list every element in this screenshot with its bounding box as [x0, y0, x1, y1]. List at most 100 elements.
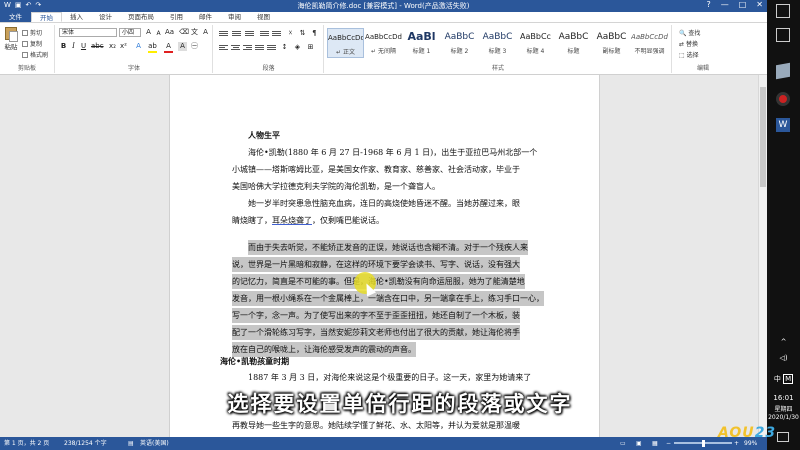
title-bar: W ▣ ↶ ↷ 海伦凯勒简介修.doc [兼容模式] - Word(产品激活失败… — [0, 0, 767, 12]
font-group-label: 字体 — [127, 65, 140, 72]
zoom-slider-knob[interactable] — [702, 440, 705, 447]
format-painter-button[interactable]: 格式刷 — [22, 50, 48, 59]
font-size-select[interactable]: 小四 — [119, 28, 141, 37]
style-title[interactable]: AaBbC 标题 — [555, 28, 592, 58]
style-heading-3[interactable]: AaBbC 标题 3 — [479, 28, 516, 58]
align-center-icon[interactable] — [231, 44, 240, 52]
word-app-icon[interactable]: W — [776, 118, 790, 132]
text-effects-button[interactable]: A — [134, 42, 143, 51]
borders-button[interactable]: ⊞ — [306, 43, 315, 52]
superscript-button[interactable]: x² — [119, 42, 128, 51]
strikethrough-button[interactable]: abc — [91, 42, 104, 51]
underline-button[interactable]: U — [79, 42, 88, 51]
page-count[interactable]: 第 1 页，共 2 页 — [4, 437, 49, 450]
sort-button[interactable]: ⇅ — [298, 29, 307, 38]
taskbar: W ^ ◁) 中 M 16:01 星期四 2020/1/30 — [767, 0, 800, 450]
justify-icon[interactable] — [255, 44, 264, 52]
text-line: 小城镇——塔斯喀姆比亚，是美国女作家、教育家、慈善家、社会活动家，毕业于 — [232, 165, 520, 174]
bold-button[interactable]: B — [59, 42, 68, 51]
find-button[interactable]: 🔍 查找 — [679, 28, 700, 37]
replace-button[interactable]: ⇄ 替换 — [679, 39, 698, 48]
show-marks-button[interactable]: ¶ — [310, 29, 319, 38]
clock-time[interactable]: 16:01 — [767, 394, 800, 402]
tab-review[interactable]: 审阅 — [220, 12, 249, 22]
subscript-button[interactable]: x₂ — [108, 42, 117, 51]
zoom-out-icon[interactable]: − — [666, 437, 671, 450]
bullets-icon[interactable] — [219, 30, 228, 38]
char-shading-button[interactable]: A — [178, 42, 187, 51]
shading-button[interactable]: ◈ — [293, 43, 302, 52]
style-heading-2[interactable]: AaBbC 标题 2 — [441, 28, 478, 58]
style-name: 标题 — [567, 48, 580, 55]
notification-icon[interactable] — [777, 432, 789, 442]
word-count[interactable]: 238/1254 个字 — [64, 437, 107, 450]
close-button[interactable]: ✕ — [756, 0, 763, 9]
char-border-button[interactable]: A — [201, 28, 210, 37]
decrease-indent-icon[interactable] — [260, 30, 269, 38]
eraser-app-icon[interactable] — [776, 62, 790, 80]
phonetic-guide-button[interactable]: 文 — [190, 28, 199, 37]
style-heading-4[interactable]: AaBbCc 标题 4 — [517, 28, 554, 58]
style-subtle-emphasis[interactable]: AaBbCcDd 不明显强调 — [631, 28, 668, 58]
tab-file[interactable]: 文件 — [0, 12, 31, 22]
minimize-button[interactable]: — — [721, 0, 729, 9]
highlight-button[interactable]: ab — [148, 42, 157, 53]
text-span-underlined: 耳朵烧聋了 — [272, 216, 312, 225]
scrollbar-thumb[interactable] — [760, 87, 766, 187]
tab-references[interactable]: 引用 — [162, 12, 191, 22]
style-subtitle[interactable]: AaBbC 副标题 — [593, 28, 630, 58]
shrink-font-button[interactable]: A — [154, 29, 163, 38]
italic-button[interactable]: I — [69, 42, 78, 51]
web-layout-icon[interactable]: ▦ — [652, 437, 658, 450]
tab-view[interactable]: 视图 — [249, 12, 278, 22]
enclose-char-button[interactable]: ㊀ — [190, 42, 199, 51]
style-preview: AaBl — [407, 30, 436, 43]
distributed-icon[interactable] — [267, 44, 276, 52]
tab-page-layout[interactable]: 页面布局 — [120, 12, 162, 22]
text-line: 海伦•凯勒(1880 年 6 月 27 日-1968 年 6 月 1 日)，出生… — [248, 148, 538, 157]
record-app-icon[interactable] — [776, 92, 790, 106]
chinese-layout-button[interactable]: ☓ — [286, 29, 295, 38]
copy-button[interactable]: 复制 — [22, 39, 42, 48]
grow-font-button[interactable]: A — [144, 28, 153, 37]
tab-design[interactable]: 设计 — [91, 12, 120, 22]
style-preview: AaBbCcDd — [365, 33, 402, 41]
style-heading-1[interactable]: AaBl 标题 1 — [403, 28, 440, 58]
restore-button[interactable]: □ — [739, 0, 747, 9]
ribbon-home: 粘贴 剪切 复制 格式刷 剪贴板 宋体 小四 A A Aa ⌫ 文 A B I … — [0, 23, 767, 75]
vertical-scrollbar[interactable] — [758, 75, 767, 437]
start-icon[interactable] — [776, 4, 790, 18]
language-indicator[interactable]: 英语(美国) — [140, 437, 169, 450]
speaker-icon[interactable]: ◁) — [767, 354, 800, 362]
select-button[interactable]: ⬚ 选择 — [679, 50, 699, 59]
align-left-icon[interactable] — [219, 44, 228, 52]
increase-indent-icon[interactable] — [272, 30, 281, 38]
line-spacing-button[interactable]: ↕ — [280, 43, 289, 52]
multilevel-list-icon[interactable] — [245, 30, 254, 38]
help-button[interactable]: ? — [706, 0, 710, 9]
numbering-icon[interactable] — [232, 30, 241, 38]
style-no-spacing[interactable]: AaBbCcDd ↵ 无间隔 — [365, 28, 402, 58]
clear-format-icon[interactable]: ⌫ — [179, 28, 189, 37]
print-layout-icon[interactable]: ▣ — [636, 437, 642, 450]
chevron-up-icon[interactable]: ^ — [767, 338, 800, 346]
read-mode-icon[interactable]: ▭ — [620, 437, 626, 450]
change-case-button[interactable]: Aa — [165, 28, 174, 37]
tab-home[interactable]: 开始 — [31, 12, 62, 22]
proofing-icon[interactable]: ▤ — [128, 437, 134, 450]
font-name-select[interactable]: 宋体 — [59, 28, 117, 37]
clock-date: 2020/1/30 — [768, 414, 799, 421]
style-preview: AaBbCc — [520, 32, 551, 41]
tab-mailings[interactable]: 邮件 — [191, 12, 220, 22]
align-right-icon[interactable] — [243, 44, 252, 52]
style-name: 标题 4 — [526, 48, 545, 55]
paste-button[interactable]: 粘贴 — [3, 27, 19, 55]
task-view-icon[interactable] — [776, 28, 790, 42]
cut-button[interactable]: 剪切 — [22, 28, 42, 37]
select-label: 选择 — [686, 52, 699, 59]
ime-indicator[interactable]: 中 M — [767, 374, 800, 384]
font-color-button[interactable]: A — [164, 42, 173, 53]
selected-text-line: 而由于失去听觉，不能矫正发音的正误，她说话也含糊不清。对于一个残疾人来 — [248, 240, 528, 255]
tab-insert[interactable]: 插入 — [62, 12, 91, 22]
style-normal[interactable]: AaBbCcDd ↵ 正文 — [327, 28, 364, 58]
